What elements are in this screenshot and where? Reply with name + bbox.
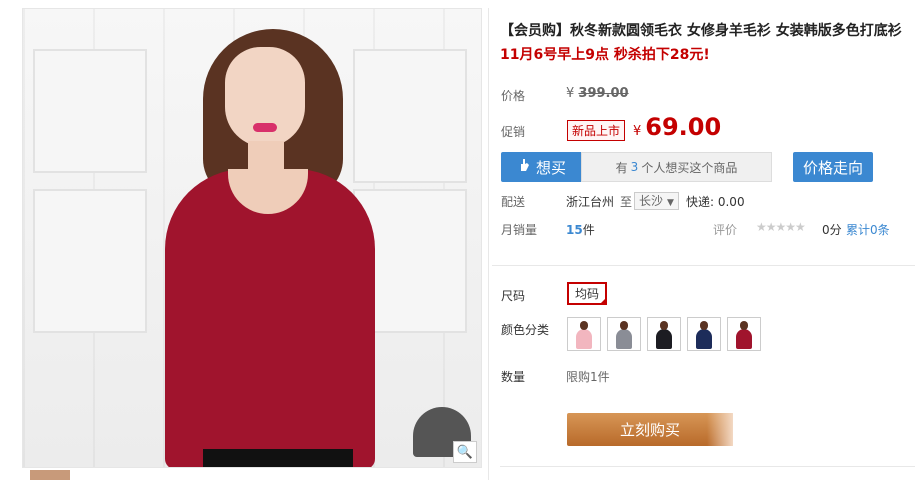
express-fee: 快递: 0.00 [686,195,745,209]
color-swatch[interactable] [727,317,761,351]
model-lips [253,123,277,132]
want-count: 3 [630,160,639,174]
cumulative-reviews-link[interactable]: 累计0条 [846,221,890,238]
color-swatch[interactable] [647,317,681,351]
want-info-suffix: 个人想买这个商品 [641,160,738,175]
price-trend-button[interactable]: 价格走向 [793,152,873,182]
currency-symbol: ¥ [566,86,575,101]
ship-to-word: 至 [620,195,633,209]
price-label: 价格 [501,89,526,103]
promo-line: 11月6号早上9点 秒杀拍下28元! [500,47,710,63]
model-pants [203,449,353,467]
monthly-sales-count: 15 [566,223,583,237]
size-option-label: 均码 [575,287,600,301]
thumbnail-strip[interactable] [30,470,70,480]
quantity-label: 数量 [501,370,526,384]
zoom-icon[interactable]: 🔍 [453,441,477,463]
divider [488,8,489,480]
monthly-sales-label: 月销量 [501,223,538,237]
divider [500,466,915,467]
color-swatch[interactable] [607,317,641,351]
monthly-sales: 15件 [566,221,595,238]
original-price-value: 399.00 [578,86,629,101]
star-rating-icon: ★★★★★ [756,220,806,234]
product-title: 【会员购】秋冬新款圆领毛衣 女修身羊毛衫 女装韩版多色打底衫 [500,23,902,39]
size-option-selected[interactable]: 均码 [567,282,608,305]
rating-label: 评价 [713,223,738,237]
wall-panel [33,189,147,333]
ship-from: 浙江台州 [566,195,615,209]
chevron-down-icon: ▼ [667,198,674,208]
want-button[interactable]: 想买 [501,152,581,182]
model-figure [143,29,393,467]
divider [492,265,915,266]
buy-now-label: 立刻购买 [619,421,680,439]
monthly-sales-unit: 件 [582,223,595,237]
hand-icon [516,157,532,177]
color-swatch[interactable] [567,317,601,351]
original-price: ¥ 399.00 [566,86,629,101]
product-image[interactable]: 🔍 [22,8,482,468]
new-arrival-badge: 新品上市 [567,120,626,141]
currency-symbol: ¥ [633,124,642,139]
destination-city: 长沙 [639,194,664,208]
size-label: 尺码 [501,289,526,303]
rating-score: 0分 [822,223,842,237]
purchase-limit: 限购1件 [566,370,610,384]
want-button-label: 想买 [535,158,566,177]
model-face [225,47,305,147]
want-count-info: 有 3 个人想买这个商品 [581,152,772,182]
selected-check-icon [599,297,608,305]
sale-price-value: 69.00 [645,113,722,141]
want-info-prefix: 有 [615,160,628,175]
destination-city-select[interactable]: 长沙 ▼ [634,192,679,210]
shipping-label: 配送 [501,195,526,209]
color-swatch[interactable] [687,317,721,351]
buy-now-button[interactable]: 立刻购买 [567,413,733,446]
promo-label: 促销 [501,125,526,139]
wall-panel [33,49,147,173]
sale-price: ¥69.00 [633,113,721,141]
color-label: 颜色分类 [501,323,550,337]
button-corner-decor [707,413,733,446]
